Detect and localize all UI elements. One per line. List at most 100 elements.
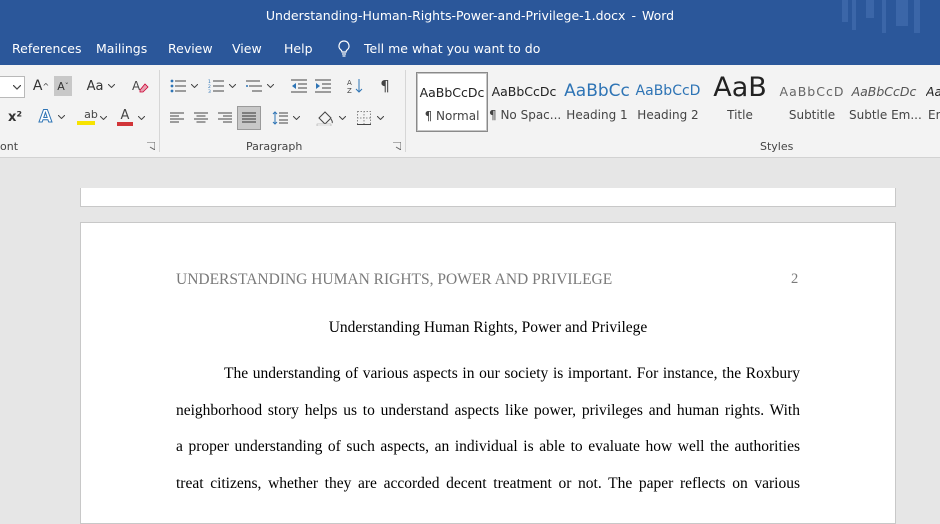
group-divider [405,70,406,152]
style-emphasis[interactable]: Aa En [922,72,940,130]
bullets-icon [170,79,186,93]
tab-help[interactable]: Help [284,41,313,56]
paragraph-group-label: Paragraph [246,140,303,153]
shading-button[interactable] [314,107,348,129]
style-heading-2[interactable]: AaBbCcD Heading 2 [635,72,701,130]
ribbon-tabs: References Mailings Review View Help Tel… [0,33,940,65]
show-hide-button[interactable]: ¶ [374,76,396,96]
highlight-label: ab [84,108,98,121]
align-right-button[interactable] [214,107,236,129]
style-name: ¶ Normal [424,109,480,123]
chevron-down-icon [13,84,21,90]
style-no-spacing[interactable]: AaBbCcDc ¶ No Spac... [489,72,561,130]
svg-text:A: A [347,79,352,87]
decrease-indent-button[interactable] [288,76,310,96]
body-line: treat citizens, whether they are accorde… [176,474,800,492]
document-canvas[interactable]: UNDERSTANDING HUMAN RIGHTS, POWER AND PR… [0,158,940,524]
page-header: UNDERSTANDING HUMAN RIGHTS, POWER AND PR… [176,271,613,288]
style-subtitle[interactable]: AaBbCcD Subtitle [778,72,846,130]
styles-group-label: Styles [760,140,794,153]
group-divider [159,70,160,152]
chevron-down-icon [229,84,236,88]
chevron-down-icon [267,84,274,88]
numbering-icon: 123 [208,79,224,93]
change-case-label: Aa [86,78,104,94]
dialog-launcher-icon[interactable] [147,142,155,150]
style-name: En [928,108,940,122]
style-sample: AaBbCcDc [419,85,485,100]
font-size-box[interactable] [0,76,25,98]
chevron-down-icon[interactable] [138,116,145,120]
document-title: Understanding Human Rights, Power and Pr… [328,319,648,336]
align-left-button[interactable] [166,107,188,129]
style-sample: AaBbCcD [779,84,845,99]
font-group-label: ont [0,140,19,153]
shrink-font-label: A [57,79,65,93]
body-paragraph[interactable]: The understanding of various aspects in … [176,356,800,502]
align-left-icon [170,112,184,123]
style-subtle-emphasis[interactable]: AaBbCcDc Subtle Em... [849,72,922,130]
chevron-down-icon [191,84,198,88]
title-separator: - [631,8,636,23]
line-spacing-icon [272,111,288,125]
style-name: Heading 2 [637,108,699,122]
grow-font-label: A [32,78,43,94]
tab-references[interactable]: References [12,41,81,56]
align-center-icon [194,112,208,123]
style-sample: AaB [713,72,767,103]
previous-page-bottom [80,188,896,207]
chevron-down-icon [108,84,116,88]
justify-button[interactable] [237,106,261,130]
tab-view[interactable]: View [232,41,262,56]
justify-icon [242,112,256,123]
borders-icon [356,111,371,125]
style-sample: AaBbCc [564,81,630,101]
line-spacing-button[interactable] [270,107,302,129]
superscript-button[interactable]: x² [4,107,26,127]
document-page[interactable]: UNDERSTANDING HUMAN RIGHTS, POWER AND PR… [80,222,896,524]
chevron-down-icon [293,116,300,120]
chevron-down-icon [339,116,346,120]
tab-review[interactable]: Review [168,41,213,56]
sort-icon: AZ [347,79,363,94]
style-name: Subtle Em... [849,108,922,122]
document-name: Understanding-Human-Rights-Power-and-Pri… [265,8,626,23]
body-line: a proper understanding of such aspects, … [176,438,800,455]
dialog-launcher-icon[interactable] [393,142,401,150]
highlight-color-swatch [77,121,95,125]
style-heading-1[interactable]: AaBbCc Heading 1 [562,72,632,130]
numbering-button[interactable]: 123 [206,76,238,96]
increase-indent-icon [315,79,331,93]
sort-button[interactable]: AZ [344,76,366,96]
change-case-button[interactable]: Aa [84,76,118,96]
align-right-icon [218,112,232,123]
body-line: The understanding of various aspects in … [224,365,800,382]
borders-button[interactable] [354,107,386,129]
chevron-down-icon [58,115,66,119]
paint-bucket-icon [316,111,333,126]
increase-indent-button[interactable] [312,76,334,96]
font-color-button[interactable]: A [114,107,136,127]
style-sample: AaBbCcDc [491,84,557,99]
text-effects-label: A [38,107,53,128]
body-line: neighborhood story helps us to understan… [176,401,800,419]
multilevel-list-button[interactable] [244,76,276,96]
text-effects-button[interactable]: A [36,107,68,128]
lightbulb-icon[interactable] [337,40,351,61]
ribbon: A ^ Aˇ Aa A x² A ab A ont 123 AZ ¶ Parag… [0,65,940,158]
shrink-font-button[interactable]: Aˇ [54,76,72,96]
style-title[interactable]: AaB Title [705,72,775,130]
tab-mailings[interactable]: Mailings [96,41,147,56]
tell-me-search[interactable]: Tell me what you want to do [364,41,540,56]
style-sample: AaBbCcDc [851,84,917,99]
clear-formatting-button[interactable]: A [129,76,151,96]
align-center-button[interactable] [190,107,212,129]
grow-font-button[interactable]: A ^ [31,76,51,96]
bullets-button[interactable] [168,76,200,96]
title-bar: Understanding-Human-Rights-Power-and-Pri… [0,0,940,33]
style-normal[interactable]: AaBbCcDc ¶ Normal [416,72,488,132]
style-name: Title [727,108,753,122]
chevron-down-icon [376,116,384,120]
multilevel-list-icon [246,80,262,92]
chevron-down-icon[interactable] [100,116,107,120]
